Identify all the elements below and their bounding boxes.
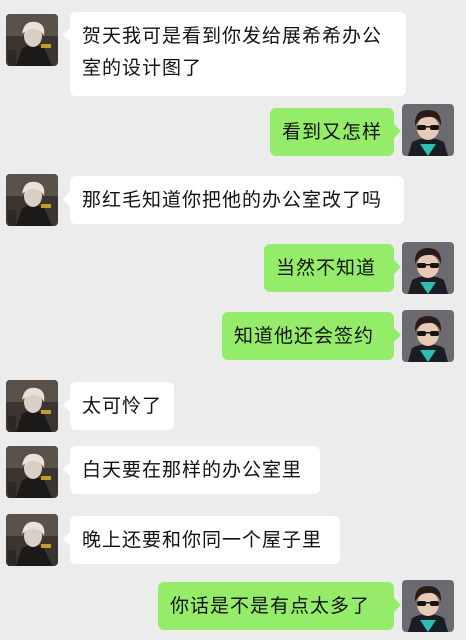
left-avatar-icon[interactable] bbox=[6, 174, 58, 226]
outgoing-message-bubble[interactable]: 当然不知道 bbox=[264, 244, 401, 292]
incoming-message-bubble[interactable]: 贺天我可是看到你发给展希希办公室的设计图了 bbox=[63, 12, 406, 96]
incoming-message-bubble[interactable]: 那红毛知道你把他的办公室改了吗 bbox=[63, 176, 404, 224]
right-avatar-icon[interactable] bbox=[402, 242, 454, 294]
left-avatar-icon[interactable] bbox=[6, 14, 58, 66]
left-avatar-icon[interactable] bbox=[6, 514, 58, 566]
right-avatar-icon[interactable] bbox=[402, 104, 454, 156]
outgoing-message-bubble[interactable]: 你话是不是有点太多了 bbox=[158, 582, 401, 630]
right-avatar-icon[interactable] bbox=[402, 310, 454, 362]
left-avatar-icon[interactable] bbox=[6, 446, 58, 498]
incoming-message-bubble[interactable]: 太可怜了 bbox=[63, 382, 174, 430]
incoming-message-bubble[interactable]: 白天要在那样的办公室里 bbox=[63, 446, 320, 494]
outgoing-message-bubble[interactable]: 看到又怎样 bbox=[270, 108, 401, 156]
right-avatar-icon[interactable] bbox=[402, 580, 454, 632]
incoming-message-bubble[interactable]: 晚上还要和你同一个屋子里 bbox=[63, 516, 340, 564]
left-avatar-icon[interactable] bbox=[6, 380, 58, 432]
outgoing-message-bubble[interactable]: 知道他还会签约 bbox=[222, 312, 401, 360]
